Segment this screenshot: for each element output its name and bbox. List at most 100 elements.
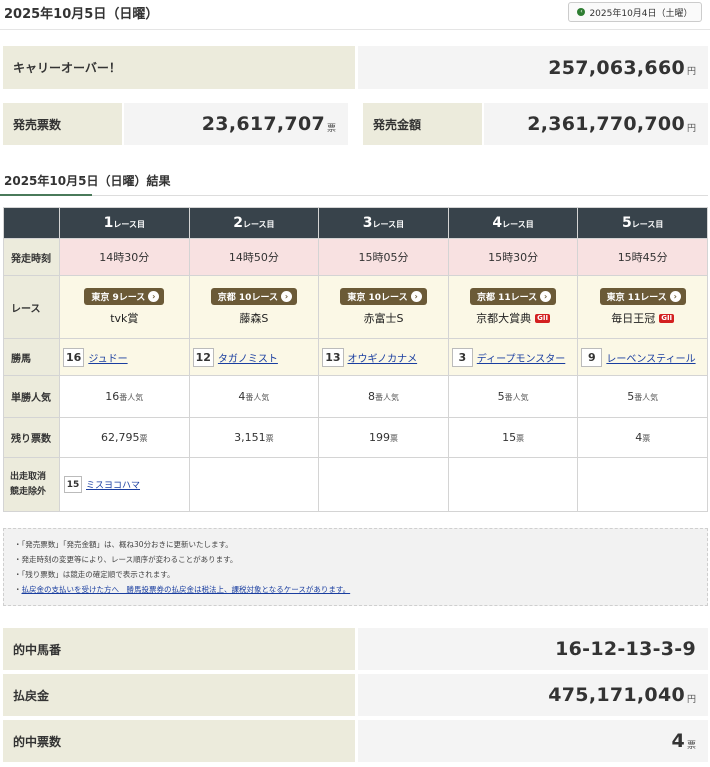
- winner-cell-4: 3 ディープモンスター: [447, 338, 579, 376]
- note-item-link-row: 払戻金の支払いを受けた方へ 勝馬投票券の払戻金は税法上、課税対象となるケースがあ…: [14, 582, 697, 597]
- hit-tickets-unit: 票: [686, 740, 696, 751]
- note-item: 発走時刻の変更等により、レース順序が変わることがあります。: [14, 552, 697, 567]
- scratched-cell-2: [188, 457, 320, 512]
- horse-link[interactable]: タガノミスト: [218, 350, 278, 365]
- horse-link[interactable]: ミスヨコハマ: [86, 478, 140, 491]
- tickets-sold-label: 発売票数: [3, 103, 122, 145]
- divider: [0, 29, 710, 30]
- start-time-1: 14時30分: [59, 238, 190, 276]
- winner-cell-5: 9 レーベンスティール: [577, 338, 708, 376]
- grade-badge: GII: [535, 313, 551, 323]
- prev-day-label: 2025年10月4日（土曜）: [589, 8, 693, 19]
- section-divider-accent: [0, 194, 92, 196]
- winning-numbers-box: 16-12-13-3-9: [358, 628, 708, 670]
- page-date: 2025年10月5日（日曜）: [4, 7, 159, 22]
- hit-tickets-label: 的中票数: [3, 720, 355, 762]
- race-cell-2: 京都 10レース › 藤森S: [188, 275, 320, 339]
- grade-badge: GII: [659, 313, 675, 323]
- horse-link[interactable]: ジュドー: [88, 350, 127, 365]
- race-cell-1: 東京 9レース › tvk賞: [59, 275, 190, 339]
- race-name-2: 藤森S: [239, 312, 269, 325]
- winner-row: 勝馬 16 ジュドー 12 タガノミスト 13 オウギノカナメ 3 ディープモンスター …: [3, 338, 708, 376]
- race-venue-button-2[interactable]: 京都 10レース ›: [210, 288, 297, 305]
- race-header-5: 5レース目: [577, 207, 708, 239]
- remaining-4: 15票: [447, 417, 579, 458]
- scratched-cell-4: [447, 457, 579, 512]
- scratched-cell-5: [577, 457, 708, 512]
- tax-notice-link[interactable]: 払戻金の支払いを受けた方へ 勝馬投票券の払戻金は税法上、課税対象となるケースがあ…: [22, 585, 351, 594]
- chevron-left-icon: ‹: [577, 8, 586, 16]
- payout-box: 475,171,040 円: [358, 674, 708, 716]
- race-header-2: 2レース目: [188, 207, 320, 239]
- carryover-value-box: 257,063,660 円: [358, 46, 708, 89]
- sales-amount-label: 発売金額: [363, 103, 482, 145]
- start-time-4: 15時30分: [447, 238, 579, 276]
- race-name-1: tvk賞: [110, 312, 139, 325]
- start-time-2: 14時50分: [188, 238, 320, 276]
- race-venue-button-1[interactable]: 東京 9レース ›: [84, 288, 165, 305]
- results-title: 2025年10月5日（日曜）結果: [4, 174, 171, 188]
- start-time-5: 15時45分: [577, 238, 708, 276]
- section-divider: [0, 195, 708, 196]
- popularity-1: 16番人気: [59, 375, 190, 418]
- race-header-4: 4レース目: [447, 207, 579, 239]
- tickets-sold-value-box: 23,617,707 票: [124, 103, 348, 145]
- remaining-2: 3,151票: [188, 417, 320, 458]
- winner-cell-3: 13 オウギノカナメ: [318, 338, 449, 376]
- sales-amount-value-box: 2,361,770,700 円: [484, 103, 708, 145]
- scratched-cell-3: [318, 457, 449, 512]
- race-name-4: 京都大賞典 GII: [476, 312, 551, 325]
- tickets-sold-unit: 票: [326, 123, 336, 134]
- horse-number: 16: [63, 347, 85, 367]
- chevron-right-icon: ›: [281, 291, 292, 302]
- row-label-winner: 勝馬: [3, 338, 60, 376]
- race-cell-3: 東京 10レース › 赤富士S: [318, 275, 449, 339]
- popularity-row: 単勝人気 16番人気 4番人気 8番人気 5番人気 5番人気: [3, 375, 708, 418]
- hit-tickets-value: 4: [671, 730, 685, 752]
- hit-tickets-box: 4 票: [358, 720, 708, 762]
- race-venue-button-5[interactable]: 東京 11レース ›: [599, 288, 686, 305]
- race-venue-button-4[interactable]: 京都 11レース ›: [469, 288, 557, 305]
- notes-box: 「発売票数」「発売金額」は、概ね30分おきに更新いたします。 発走時刻の変更等に…: [3, 528, 708, 606]
- race-venue-button-3[interactable]: 東京 10レース ›: [340, 288, 427, 305]
- popularity-4: 5番人気: [447, 375, 579, 418]
- note-item: 「発売票数」「発売金額」は、概ね30分おきに更新いたします。: [14, 537, 697, 552]
- popularity-2: 4番人気: [188, 375, 320, 418]
- winner-cell-2: 12 タガノミスト: [188, 338, 320, 376]
- winning-numbers-label: 的中馬番: [3, 628, 355, 670]
- start-time-row: 発走時刻 14時30分 14時50分 15時05分 15時30分 15時45分: [3, 238, 708, 276]
- remaining-3: 199票: [318, 417, 449, 458]
- scratched-row: 出走取消 競走除外 15 ミスヨコハマ: [3, 457, 708, 512]
- horse-number: 12: [192, 347, 214, 367]
- chevron-right-icon: ›: [669, 291, 681, 302]
- horse-link[interactable]: レーベンスティール: [606, 350, 695, 365]
- results-table: 1レース目 2レース目 3レース目 4レース目 5レース目 発走時刻 14時30…: [3, 207, 708, 512]
- remaining-1: 62,795票: [59, 417, 190, 458]
- race-header-row: 1レース目 2レース目 3レース目 4レース目 5レース目: [3, 207, 708, 239]
- horse-link[interactable]: ディープモンスター: [477, 350, 566, 365]
- scratched-cell-1: 15 ミスヨコハマ: [59, 457, 190, 512]
- table-corner: [3, 207, 60, 239]
- horse-link[interactable]: オウギノカナメ: [348, 350, 418, 365]
- sales-amount-unit: 円: [686, 123, 696, 134]
- winning-numbers-value: 16-12-13-3-9: [555, 638, 696, 660]
- horse-number: 15: [64, 476, 82, 493]
- row-label-start-time: 発走時刻: [3, 238, 60, 276]
- carryover-label: キャリーオーバー！: [3, 46, 355, 89]
- prev-day-button[interactable]: ‹ 2025年10月4日（土曜）: [568, 2, 702, 22]
- race-header-1: 1レース目: [59, 207, 190, 239]
- race-name-3: 赤富士S: [363, 312, 404, 325]
- chevron-right-icon: ›: [410, 291, 422, 302]
- race-name-5: 毎日王冠 GII: [611, 312, 675, 325]
- note-item: 「残り票数」は競走の確定順で表示されます。: [14, 567, 697, 582]
- payout-value: 475,171,040: [548, 684, 685, 706]
- payout-unit: 円: [686, 694, 696, 705]
- popularity-3: 8番人気: [318, 375, 449, 418]
- race-cell-4: 京都 11レース › 京都大賞典 GII: [447, 275, 579, 339]
- row-label-race: レース: [3, 275, 60, 339]
- sales-amount-value: 2,361,770,700: [527, 113, 685, 135]
- race-cell-5: 東京 11レース › 毎日王冠 GII: [577, 275, 708, 339]
- remaining-5: 4票: [577, 417, 708, 458]
- start-time-3: 15時05分: [318, 238, 449, 276]
- race-row: レース 東京 9レース › tvk賞 京都 10レース › 藤森S 東京 10レース…: [3, 275, 708, 339]
